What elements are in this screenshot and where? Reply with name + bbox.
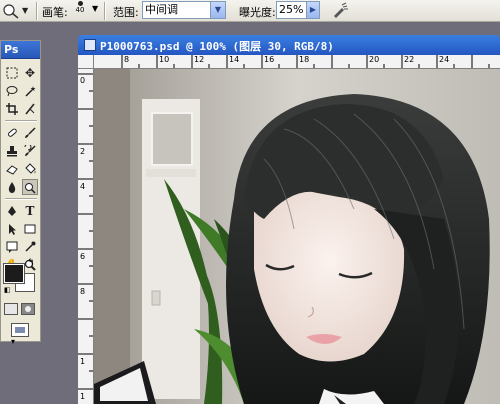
foreground-color-swatch[interactable] <box>3 263 25 284</box>
chevron-down-icon: ▼ <box>22 6 29 15</box>
ruler-label: 12 <box>194 55 205 64</box>
ruler-label: 0 <box>80 76 86 85</box>
document-title-bar[interactable]: P1000763.psd @ 100% (图层 30, RGB/8) <box>78 35 500 55</box>
divider <box>5 198 37 200</box>
healing-brush-tool-icon[interactable] <box>4 125 20 141</box>
ruler-label: 2 <box>80 147 86 156</box>
magic-wand-tool-icon[interactable] <box>22 83 38 99</box>
exposure-label: 曝光度: <box>239 6 276 19</box>
ruler-label: 1 <box>80 392 86 401</box>
brush-picker[interactable]: 40 <box>68 0 92 21</box>
tools-panel: Ps ✥ T ↰ ◧ ▾ <box>0 40 41 346</box>
paint-bucket-tool-icon[interactable] <box>22 161 38 177</box>
brush-size: 40 <box>75 6 85 14</box>
history-brush-tool-icon[interactable] <box>22 143 38 159</box>
rectangle-tool-icon[interactable] <box>22 221 38 237</box>
divider <box>5 120 37 122</box>
ruler-label: 6 <box>80 252 86 261</box>
type-tool-icon[interactable]: T <box>22 203 38 219</box>
path-selection-tool-icon[interactable] <box>4 221 20 237</box>
range-select[interactable]: 中间调 ▼ <box>142 1 226 19</box>
ruler-label: 20 <box>369 55 380 64</box>
airbrush-icon[interactable] <box>331 1 349 19</box>
marquee-tool-icon[interactable] <box>4 65 20 81</box>
exposure-value: 25% <box>279 3 304 16</box>
ruler-label: 22 <box>404 55 415 64</box>
exposure-input[interactable]: 25% <box>276 1 309 19</box>
vertical-ruler[interactable]: 0 2 4 6 8 1 1 <box>78 69 94 404</box>
blur-tool-icon[interactable] <box>4 179 20 195</box>
ruler-origin[interactable] <box>78 55 94 69</box>
document-title: P1000763.psd @ 100% (图层 30, RGB/8) <box>100 40 334 53</box>
quick-mask-button[interactable] <box>21 303 35 315</box>
options-bar: ▼ 画笔: 40 ▼ 范围: 中间调 ▼ 曝光度: 25% ▶ <box>0 0 500 22</box>
dodge-tool-icon[interactable] <box>22 179 38 195</box>
ruler-label: 8 <box>80 287 86 296</box>
clone-stamp-tool-icon[interactable] <box>4 143 20 159</box>
chevron-down-icon[interactable]: ▾ <box>11 337 15 346</box>
exposure-slider-button[interactable]: ▶ <box>306 1 320 19</box>
ruler-label: 8 <box>124 55 130 64</box>
screen-mode-button[interactable] <box>11 323 29 337</box>
ruler-label: 24 <box>439 55 450 64</box>
document-icon <box>84 39 96 51</box>
pen-tool-icon[interactable] <box>4 203 20 219</box>
separator <box>36 2 38 20</box>
ruler-label: 1 <box>80 357 86 366</box>
slice-tool-icon[interactable] <box>22 101 38 117</box>
eraser-tool-icon[interactable] <box>4 161 20 177</box>
ruler-label: 10 <box>159 55 170 64</box>
ruler-label: 14 <box>229 55 240 64</box>
chevron-down-icon[interactable]: ▼ <box>210 2 225 18</box>
default-colors-icon[interactable]: ◧ <box>4 286 11 294</box>
horizontal-ruler[interactable]: 8 10 12 14 16 18 20 22 24 <box>94 55 500 69</box>
dodge-tool-icon <box>3 3 19 19</box>
brush-tool-icon[interactable] <box>22 125 38 141</box>
crop-tool-icon[interactable] <box>4 101 20 117</box>
photo-artwork <box>94 69 500 404</box>
notes-tool-icon[interactable] <box>4 239 20 255</box>
move-tool-icon[interactable]: ✥ <box>22 65 38 81</box>
toolbox-header: Ps <box>1 41 40 59</box>
separator <box>104 2 106 20</box>
range-label: 范围: <box>113 6 139 19</box>
brush-picker-arrow[interactable]: ▼ <box>92 4 98 13</box>
ruler-label: 4 <box>80 182 86 191</box>
ruler-label: 16 <box>264 55 275 64</box>
image-canvas[interactable] <box>94 69 500 404</box>
tool-preset-picker[interactable]: ▼ <box>2 1 32 20</box>
range-value: 中间调 <box>145 3 178 16</box>
ruler-ticks <box>78 73 93 390</box>
swap-colors-icon[interactable]: ↰ <box>27 258 35 268</box>
standard-mode-button[interactable] <box>4 303 18 315</box>
ruler-label: 18 <box>299 55 310 64</box>
document-window: P1000763.psd @ 100% (图层 30, RGB/8) 8 10 … <box>78 35 500 404</box>
lasso-tool-icon[interactable] <box>4 83 20 99</box>
brush-label: 画笔: <box>42 6 68 19</box>
eyedropper-tool-icon[interactable] <box>22 239 38 255</box>
